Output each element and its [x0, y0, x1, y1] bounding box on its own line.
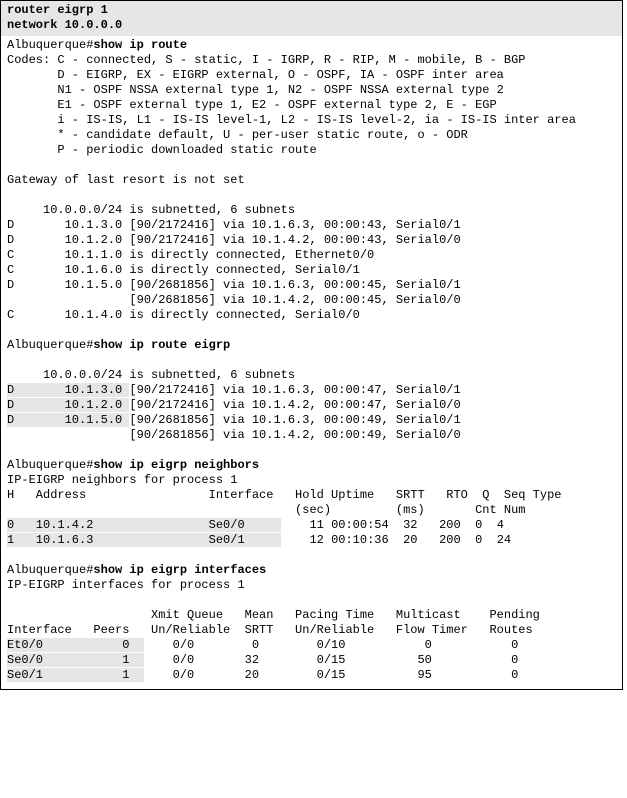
- config-line-1: router eigrp 1: [7, 3, 616, 18]
- terminal-body: Albuquerque#show ip route Codes: C - con…: [1, 36, 622, 689]
- neighbors-header-2: (sec) (ms) Cnt Num: [7, 503, 616, 518]
- blank-line: [7, 593, 616, 608]
- eigrp-route-row: D 10.1.5.0 [90/2681856] via 10.1.6.3, 00…: [7, 413, 616, 428]
- codes-line: D - EIGRP, EX - EIGRP external, O - OSPF…: [7, 68, 616, 83]
- route-line: C 10.1.4.0 is directly connected, Serial…: [7, 308, 616, 323]
- blank-line: [7, 443, 616, 458]
- interface-rest: 0/0 32 0/15 50 0: [144, 653, 518, 667]
- eigrp-route-hl: D 10.1.2.0: [7, 398, 129, 412]
- cmd-show-ip-eigrp-neighbors: Albuquerque#show ip eigrp neighbors: [7, 458, 616, 473]
- interface-hl: Se0/0 1: [7, 653, 144, 667]
- codes-line: N1 - OSPF NSSA external type 1, N2 - OSP…: [7, 83, 616, 98]
- neighbor-hl: 1 10.1.6.3 Se0/1: [7, 533, 281, 547]
- route-line: D 10.1.2.0 [90/2172416] via 10.1.4.2, 00…: [7, 233, 616, 248]
- codes-line: P - periodic downloaded static route: [7, 143, 616, 158]
- eigrp-route-rest: [90/2681856] via 10.1.6.3, 00:00:49, Ser…: [129, 413, 460, 427]
- route-line: [90/2681856] via 10.1.4.2, 00:00:45, Ser…: [7, 293, 616, 308]
- eigrp-route-rest: [90/2172416] via 10.1.4.2, 00:00:47, Ser…: [129, 398, 460, 412]
- eigrp-route-tail: [90/2681856] via 10.1.4.2, 00:00:49, Ser…: [7, 428, 616, 443]
- eigrp-route-row: D 10.1.2.0 [90/2172416] via 10.1.4.2, 00…: [7, 398, 616, 413]
- config-line-2: network 10.0.0.0: [7, 18, 616, 33]
- eigrp-route-row: D 10.1.3.0 [90/2172416] via 10.1.6.3, 00…: [7, 383, 616, 398]
- prompt: Albuquerque#: [7, 563, 93, 577]
- codes-line: E1 - OSPF external type 1, E2 - OSPF ext…: [7, 98, 616, 113]
- interface-row: Se0/1 1 0/0 20 0/15 95 0: [7, 668, 616, 683]
- interface-rest: 0/0 0 0/10 0 0: [144, 638, 518, 652]
- route-line: C 10.1.6.0 is directly connected, Serial…: [7, 263, 616, 278]
- cmd-show-ip-route: Albuquerque#show ip route: [7, 38, 616, 53]
- neighbor-hl: 0 10.1.4.2 Se0/0: [7, 518, 281, 532]
- interface-row: Se0/0 1 0/0 32 0/15 50 0: [7, 653, 616, 668]
- command: show ip eigrp neighbors: [93, 458, 259, 472]
- interfaces-header-2: Interface Peers Un/Reliable SRTT Un/Reli…: [7, 623, 616, 638]
- gateway-line: Gateway of last resort is not set: [7, 173, 616, 188]
- prompt: Albuquerque#: [7, 338, 93, 352]
- neighbors-title: IP-EIGRP neighbors for process 1: [7, 473, 616, 488]
- interface-hl: Et0/0 0: [7, 638, 144, 652]
- terminal-frame: router eigrp 1 network 10.0.0.0 Albuquer…: [0, 0, 623, 690]
- blank-line: [7, 158, 616, 173]
- blank-line: [7, 353, 616, 368]
- codes-line: i - IS-IS, L1 - IS-IS level-1, L2 - IS-I…: [7, 113, 616, 128]
- blank-line: [7, 548, 616, 563]
- subnet-line: 10.0.0.0/24 is subnetted, 6 subnets: [7, 368, 616, 383]
- neighbor-rest: 12 00:10:36 20 200 0 24: [281, 533, 511, 547]
- route-line: D 10.1.3.0 [90/2172416] via 10.1.6.3, 00…: [7, 218, 616, 233]
- neighbor-row: 0 10.1.4.2 Se0/0 11 00:00:54 32 200 0 4: [7, 518, 616, 533]
- codes-line: Codes: C - connected, S - static, I - IG…: [7, 53, 616, 68]
- neighbors-header-1: H Address Interface Hold Uptime SRTT RTO…: [7, 488, 616, 503]
- config-header: router eigrp 1 network 10.0.0.0: [1, 1, 622, 36]
- blank-line: [7, 323, 616, 338]
- prompt: Albuquerque#: [7, 458, 93, 472]
- eigrp-route-hl: D 10.1.5.0: [7, 413, 129, 427]
- route-line: C 10.1.1.0 is directly connected, Ethern…: [7, 248, 616, 263]
- codes-line: * - candidate default, U - per-user stat…: [7, 128, 616, 143]
- interface-hl: Se0/1 1: [7, 668, 144, 682]
- interface-rest: 0/0 20 0/15 95 0: [144, 668, 518, 682]
- interface-row: Et0/0 0 0/0 0 0/10 0 0: [7, 638, 616, 653]
- cmd-show-ip-eigrp-interfaces: Albuquerque#show ip eigrp interfaces: [7, 563, 616, 578]
- command: show ip route eigrp: [93, 338, 230, 352]
- prompt: Albuquerque#: [7, 38, 93, 52]
- eigrp-route-rest: [90/2172416] via 10.1.6.3, 00:00:47, Ser…: [129, 383, 460, 397]
- eigrp-route-hl: D 10.1.3.0: [7, 383, 129, 397]
- interfaces-title: IP-EIGRP interfaces for process 1: [7, 578, 616, 593]
- neighbor-row: 1 10.1.6.3 Se0/1 12 00:10:36 20 200 0 24: [7, 533, 616, 548]
- interfaces-header-1: Xmit Queue Mean Pacing Time Multicast Pe…: [7, 608, 616, 623]
- subnet-line: 10.0.0.0/24 is subnetted, 6 subnets: [7, 203, 616, 218]
- cmd-show-ip-route-eigrp: Albuquerque#show ip route eigrp: [7, 338, 616, 353]
- command: show ip eigrp interfaces: [93, 563, 266, 577]
- neighbor-rest: 11 00:00:54 32 200 0 4: [281, 518, 504, 532]
- blank-line: [7, 188, 616, 203]
- command: show ip route: [93, 38, 187, 52]
- route-line: D 10.1.5.0 [90/2681856] via 10.1.6.3, 00…: [7, 278, 616, 293]
